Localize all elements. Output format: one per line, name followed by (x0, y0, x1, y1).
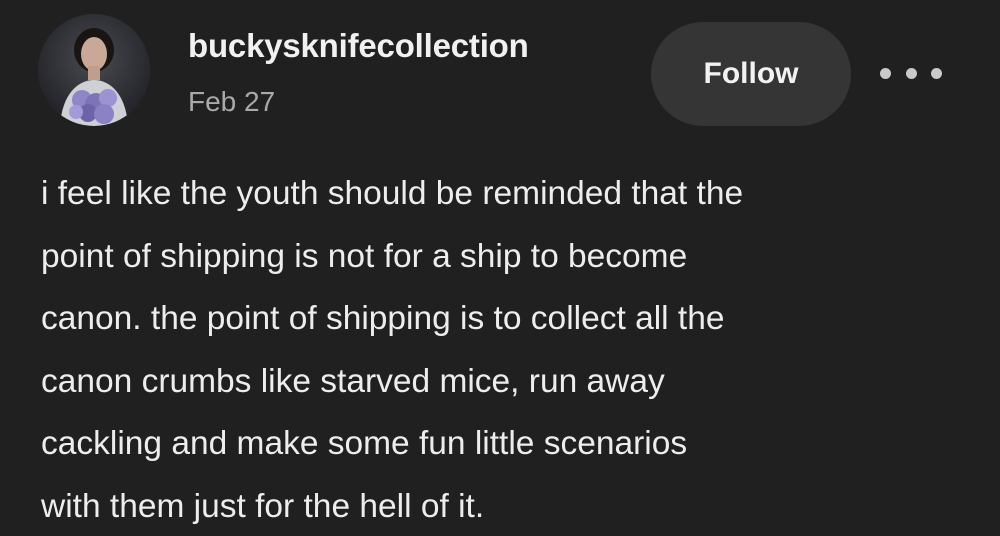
post-text-line: with them just for the hell of it. (41, 487, 485, 525)
post-text-line: cackling and make some fun little scenar… (41, 425, 688, 462)
username[interactable]: buckysknifecollection (188, 27, 529, 65)
post-body: i feel like the youth should be reminded… (41, 163, 971, 536)
dot (931, 67, 942, 79)
ellipsis-icon[interactable] (880, 58, 942, 88)
dot (880, 67, 891, 79)
dot (905, 67, 917, 79)
post-text-line: canon. the point of shipping is to colle… (41, 300, 725, 337)
post-card: buckysknifecollection Feb 27 Follow i fe… (0, 0, 1000, 536)
post-date[interactable]: Feb 27 (188, 86, 275, 118)
follow-button[interactable]: Follow (651, 22, 851, 126)
post-text-line: canon crumbs like starved mice, run away (41, 362, 665, 400)
avatar[interactable] (38, 14, 150, 126)
post-text-line: point of shipping is not for a ship to b… (41, 237, 688, 275)
post-text-line: i feel like the youth should be reminded… (41, 175, 744, 212)
